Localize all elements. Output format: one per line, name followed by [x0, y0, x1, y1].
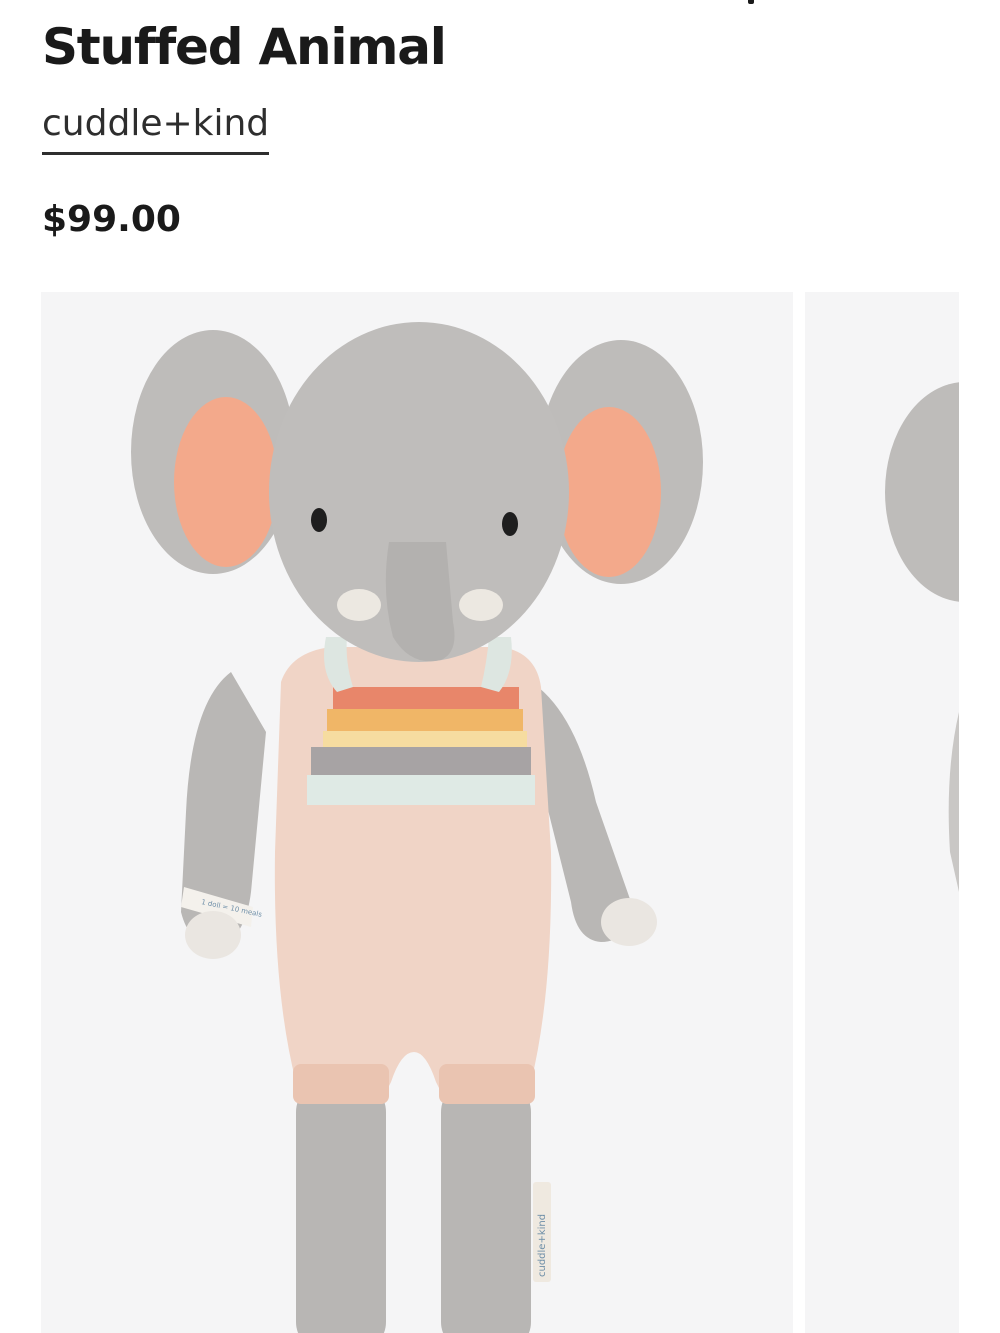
- product-image-next[interactable]: [805, 292, 959, 1333]
- product-image-carousel[interactable]: cuddle+kind 1 doll = 10 meals: [41, 292, 1000, 1333]
- product-price: $99.00: [42, 199, 181, 240]
- product-title: Stuffed Animal: [42, 18, 447, 76]
- brand-link[interactable]: cuddle+kind: [42, 100, 270, 155]
- product-image-main[interactable]: cuddle+kind 1 doll = 10 meals: [41, 292, 793, 1333]
- elephant-doll-image-partial: [805, 292, 959, 1333]
- doll-tag-text: cuddle+kind: [537, 1214, 548, 1277]
- cropped-glyph: [748, 0, 754, 4]
- elephant-doll-image: cuddle+kind 1 doll = 10 meals: [41, 292, 793, 1333]
